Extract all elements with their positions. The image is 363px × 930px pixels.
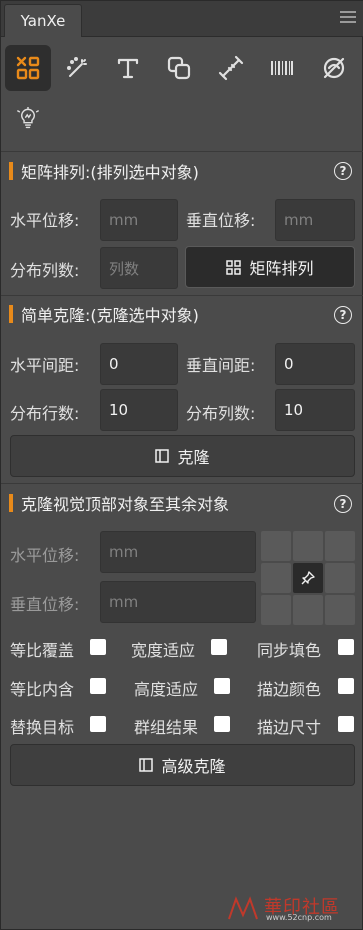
tool-bar xyxy=(1,43,363,147)
panel-tab-bar: YanXe xyxy=(1,1,363,37)
clone-button-label: 克隆 xyxy=(177,448,210,467)
advanced-clone-section-title: 克隆视觉顶部对象至其余对象 xyxy=(21,495,230,514)
advanced-clone-button-label: 高级克隆 xyxy=(161,757,226,776)
option-checkbox[interactable] xyxy=(214,678,230,694)
simple-clone-v-gap-input[interactable]: 0 xyxy=(275,343,355,385)
anchor-bottom-center[interactable] xyxy=(293,595,323,625)
option-label: 群组结果 xyxy=(134,718,199,737)
option-label: 宽度适应 xyxy=(131,641,196,660)
simple-clone-h-gap-label: 水平间距: xyxy=(10,356,80,375)
anchor-middle-right[interactable] xyxy=(325,563,355,593)
plugin-panel: YanXe 矩阵排列:(排列选中对象) ? 水平位移: mm 垂直位移: mm … xyxy=(0,0,363,930)
pin-icon xyxy=(301,571,315,585)
panel-tab[interactable]: YanXe xyxy=(4,4,82,37)
simple-clone-cols-label: 分布列数: xyxy=(186,404,256,423)
divider xyxy=(1,295,363,296)
text-tool-button[interactable] xyxy=(105,45,151,91)
matrix-cols-label: 分布列数: xyxy=(10,261,80,280)
barcode-tool-button[interactable] xyxy=(259,45,305,91)
bulb-tool-button[interactable] xyxy=(5,95,51,141)
option-checkbox[interactable] xyxy=(90,639,106,655)
option-checkbox[interactable] xyxy=(90,716,106,732)
watermark-url: www.52cnp.com xyxy=(266,913,332,922)
matrix-arrange-button[interactable]: 矩阵排列 xyxy=(185,246,355,288)
anchor-top-left[interactable] xyxy=(261,531,291,561)
eye-off-tool-button[interactable] xyxy=(311,45,357,91)
text-icon xyxy=(117,58,139,79)
simple-clone-section-header: 简单克隆:(克隆选中对象) xyxy=(9,302,199,326)
barcode-icon xyxy=(271,61,293,75)
option-label: 等比覆盖 xyxy=(10,641,75,660)
clone-button[interactable]: 克隆 xyxy=(10,435,355,477)
matrix-v-offset-input[interactable]: mm xyxy=(275,199,355,241)
clone-icon xyxy=(139,758,154,772)
matrix-h-offset-label: 水平位移: xyxy=(10,211,80,230)
anchor-top-right[interactable] xyxy=(325,531,355,561)
option-label: 替换目标 xyxy=(10,718,75,737)
matrix-icon xyxy=(16,56,40,80)
simple-clone-v-gap-label: 垂直间距: xyxy=(186,356,256,375)
option-label: 描边颜色 xyxy=(257,680,322,699)
anchor-top-center[interactable] xyxy=(293,531,323,561)
shapes-tool-button[interactable] xyxy=(156,45,202,91)
magic-wand-tool-button[interactable] xyxy=(55,45,101,91)
simple-clone-help-icon[interactable]: ? xyxy=(334,306,352,324)
option-checkbox[interactable] xyxy=(338,639,354,655)
simple-clone-cols-input[interactable]: 10 xyxy=(275,389,355,431)
option-label: 描边尺寸 xyxy=(257,718,322,737)
grid-icon xyxy=(226,259,242,275)
option-checkbox[interactable] xyxy=(338,678,354,694)
forum-logo-icon xyxy=(228,896,258,920)
anchor-bottom-left[interactable] xyxy=(261,595,291,625)
matrix-tool-button[interactable] xyxy=(5,45,51,91)
matrix-section-title: 矩阵排列:(排列选中对象) xyxy=(21,163,199,182)
advanced-clone-help-icon[interactable]: ? xyxy=(334,495,352,513)
matrix-v-offset-label: 垂直位移: xyxy=(186,211,256,230)
panel-menu-icon[interactable] xyxy=(340,11,356,25)
magic-wand-icon xyxy=(67,57,87,77)
matrix-cols-input[interactable]: 列数 xyxy=(100,247,178,289)
section-accent-bar xyxy=(9,162,13,180)
simple-clone-h-gap-input[interactable]: 0 xyxy=(100,343,178,385)
anchor-center[interactable] xyxy=(293,563,323,593)
option-checkbox[interactable] xyxy=(214,716,230,732)
watermark-logo: 華印社區 www.52cnp.com xyxy=(226,891,356,925)
option-checkbox[interactable] xyxy=(338,716,354,732)
eye-off-icon xyxy=(323,57,345,79)
option-checkbox[interactable] xyxy=(90,678,106,694)
simple-clone-section-title: 简单克隆:(克隆选中对象) xyxy=(21,306,199,325)
shapes-icon xyxy=(167,56,191,80)
anchor-bottom-right[interactable] xyxy=(325,595,355,625)
advanced-v-offset-label: 垂直位移: xyxy=(10,595,80,614)
option-checkbox[interactable] xyxy=(211,639,227,655)
advanced-h-offset-input[interactable]: mm xyxy=(100,531,256,573)
matrix-arrange-label: 矩阵排列 xyxy=(249,259,314,278)
bulb-icon xyxy=(17,107,39,129)
divider xyxy=(1,151,363,152)
advanced-clone-section-header: 克隆视觉顶部对象至其余对象 xyxy=(9,491,229,515)
measure-tool-button[interactable] xyxy=(208,45,254,91)
simple-clone-rows-input[interactable]: 10 xyxy=(100,389,178,431)
option-label: 同步填色 xyxy=(257,641,322,660)
advanced-h-offset-label: 水平位移: xyxy=(10,546,80,565)
option-label: 等比内含 xyxy=(10,680,75,699)
advanced-v-offset-input[interactable]: mm xyxy=(100,581,256,623)
option-label: 高度适应 xyxy=(134,680,199,699)
clone-icon xyxy=(155,449,170,463)
section-accent-bar xyxy=(9,305,13,323)
anchor-middle-left[interactable] xyxy=(261,563,291,593)
advanced-clone-button[interactable]: 高级克隆 xyxy=(10,744,355,786)
section-accent-bar xyxy=(9,494,13,512)
anchor-grid xyxy=(261,531,355,625)
matrix-section-header: 矩阵排列:(排列选中对象) xyxy=(9,159,199,183)
measure-icon xyxy=(218,55,244,81)
simple-clone-rows-label: 分布行数: xyxy=(10,404,80,423)
divider xyxy=(1,483,363,484)
matrix-h-offset-input[interactable]: mm xyxy=(100,199,178,241)
matrix-help-icon[interactable]: ? xyxy=(334,162,352,180)
